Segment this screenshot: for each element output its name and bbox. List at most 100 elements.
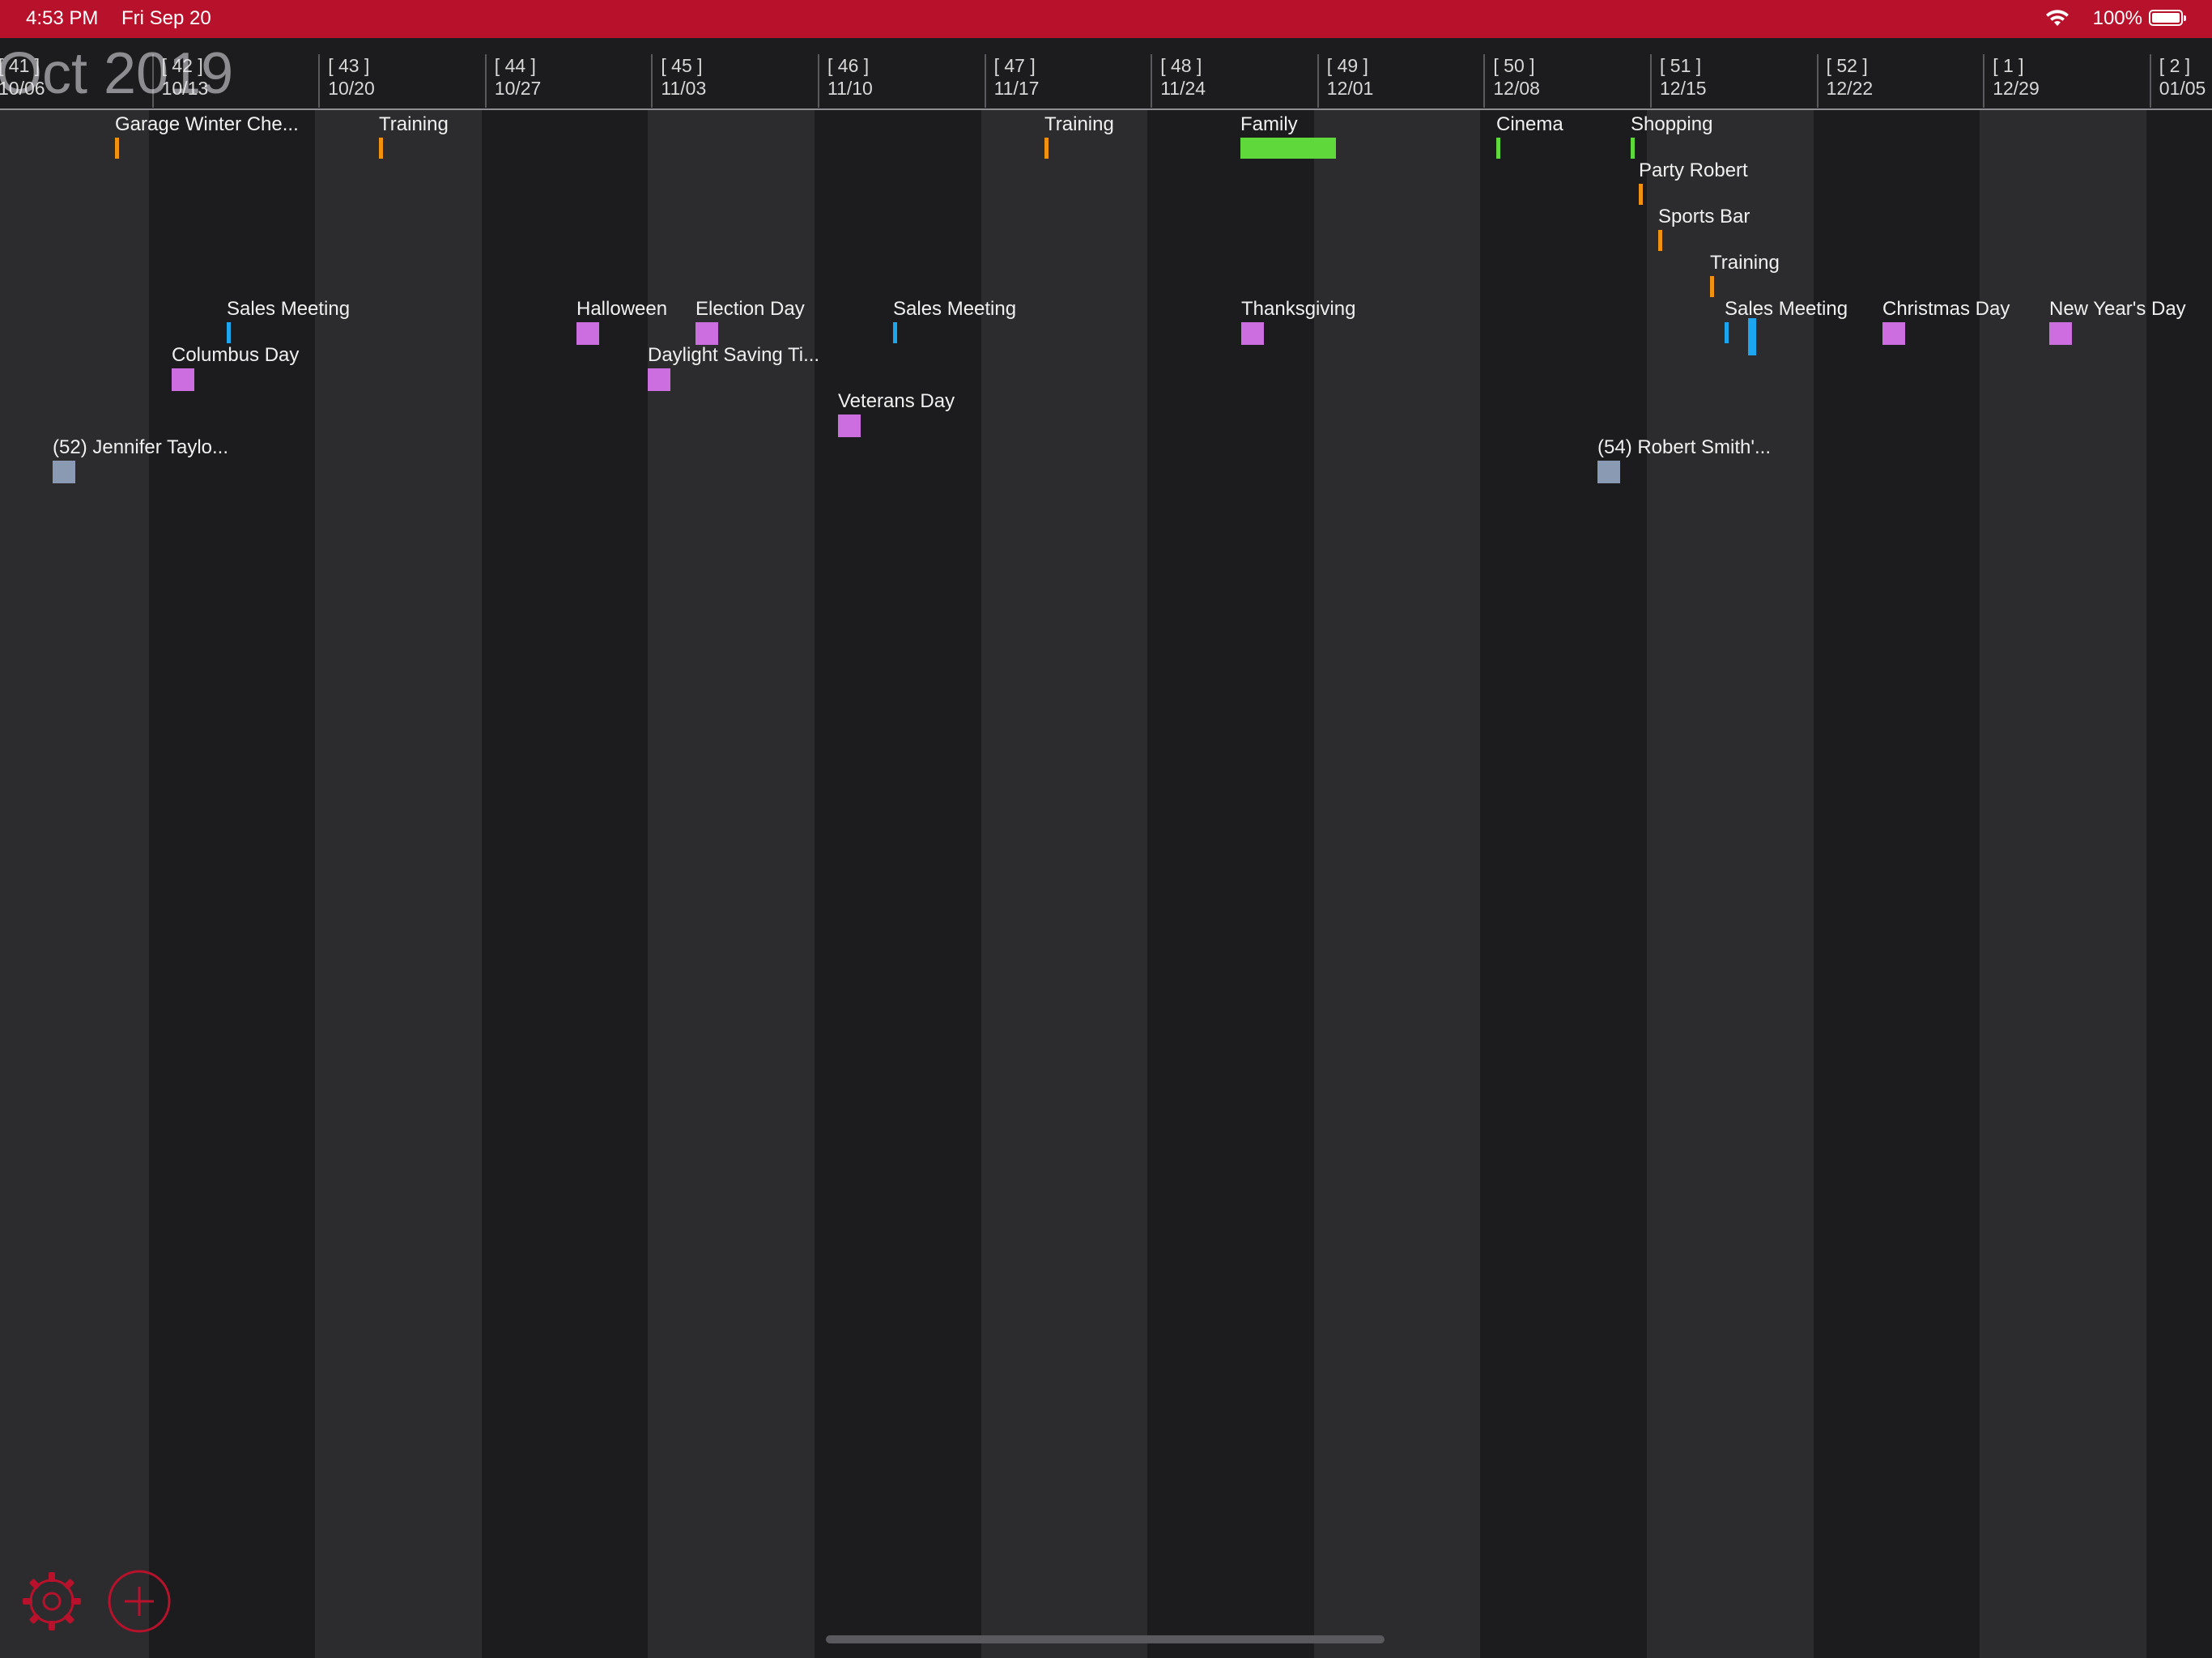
event-label: Sales Meeting bbox=[1725, 298, 1848, 320]
week-number: [ 1 ] bbox=[1993, 55, 2024, 76]
week-start-date: 11/03 bbox=[661, 78, 707, 99]
event-label: Cinema bbox=[1496, 113, 1563, 135]
week-label[interactable]: [ 47 ] 11/17 bbox=[984, 54, 1040, 108]
week-column bbox=[815, 38, 981, 1658]
event-label: Training bbox=[379, 113, 449, 135]
week-column bbox=[1147, 38, 1314, 1658]
week-start-date: 11/10 bbox=[827, 78, 873, 99]
wifi-icon bbox=[2046, 10, 2069, 26]
event-label: Sales Meeting bbox=[893, 298, 1017, 320]
week-column bbox=[1647, 38, 1814, 1658]
week-number: [ 49 ] bbox=[1326, 55, 1368, 76]
event-label: Christmas Day bbox=[1882, 298, 2010, 320]
week-column bbox=[1813, 38, 1980, 1658]
event-marker[interactable] bbox=[1639, 184, 1643, 205]
event-marker[interactable] bbox=[379, 138, 383, 159]
gear-icon[interactable] bbox=[19, 1569, 84, 1634]
event-marker[interactable] bbox=[696, 322, 718, 345]
event-label: Sports Bar bbox=[1658, 206, 1750, 227]
event-label: Daylight Saving Ti... bbox=[648, 344, 820, 366]
week-number: [ 43 ] bbox=[328, 55, 370, 76]
event-marker[interactable] bbox=[172, 368, 194, 391]
battery-icon bbox=[2149, 10, 2186, 26]
week-start-date: 10/13 bbox=[161, 78, 209, 99]
week-label[interactable]: [ 49 ] 12/01 bbox=[1317, 54, 1374, 108]
week-number: [ 46 ] bbox=[827, 55, 870, 76]
event-label: Halloween bbox=[576, 298, 668, 320]
week-label[interactable]: [ 42 ] 10/13 bbox=[151, 54, 209, 108]
event-label: Party Robert bbox=[1639, 159, 1748, 181]
week-label[interactable]: [ 50 ] 12/08 bbox=[1483, 54, 1540, 108]
week-column bbox=[315, 38, 482, 1658]
event-marker[interactable] bbox=[1631, 138, 1635, 159]
week-start-date: 12/29 bbox=[1993, 78, 2040, 99]
event-marker[interactable] bbox=[227, 322, 231, 343]
event-label: Training bbox=[1710, 252, 1780, 274]
week-label[interactable]: [ 46 ] 11/10 bbox=[818, 54, 873, 108]
week-label[interactable]: [ 41 ] 10/06 bbox=[0, 54, 45, 108]
event-label: Veterans Day bbox=[838, 390, 955, 412]
week-column bbox=[0, 38, 149, 1658]
event-marker[interactable] bbox=[1044, 138, 1049, 159]
week-start-date: 12/01 bbox=[1326, 78, 1374, 99]
week-column bbox=[481, 38, 649, 1658]
event-marker[interactable] bbox=[115, 138, 119, 159]
event-label: Sales Meeting bbox=[227, 298, 351, 320]
event-marker[interactable] bbox=[53, 461, 75, 483]
week-start-date: 12/15 bbox=[1660, 78, 1707, 99]
week-number: [ 42 ] bbox=[161, 55, 203, 76]
event-marker[interactable] bbox=[893, 322, 897, 343]
week-column bbox=[2146, 38, 2212, 1658]
week-label[interactable]: [ 45 ] 11/03 bbox=[651, 54, 706, 108]
week-label[interactable]: [ 2 ] 01/05 bbox=[2149, 54, 2206, 108]
week-number: [ 44 ] bbox=[494, 55, 536, 76]
event-marker[interactable] bbox=[1658, 230, 1662, 251]
battery-percent: 100% bbox=[2092, 7, 2142, 29]
week-number: [ 48 ] bbox=[1160, 55, 1202, 76]
event-marker[interactable] bbox=[1710, 276, 1714, 297]
event-marker[interactable] bbox=[648, 368, 670, 391]
week-start-date: 10/27 bbox=[494, 78, 542, 99]
week-label[interactable]: [ 43 ] 10/20 bbox=[318, 54, 375, 108]
event-marker[interactable] bbox=[1496, 138, 1500, 159]
week-column bbox=[1313, 38, 1481, 1658]
scroll-indicator[interactable] bbox=[826, 1635, 1385, 1643]
event-marker[interactable] bbox=[838, 414, 861, 437]
week-column bbox=[1480, 38, 1647, 1658]
event-label: Family bbox=[1240, 113, 1298, 135]
event-label: Columbus Day bbox=[172, 344, 300, 366]
week-label[interactable]: [ 51 ] 12/15 bbox=[1650, 54, 1707, 108]
week-number: [ 41 ] bbox=[0, 55, 40, 76]
week-start-date: 01/05 bbox=[2159, 78, 2206, 99]
week-label[interactable]: [ 1 ] 12/29 bbox=[1983, 54, 2040, 108]
week-number: [ 2 ] bbox=[2159, 55, 2191, 76]
week-start-date: 10/06 bbox=[0, 78, 45, 99]
event-marker[interactable] bbox=[1882, 322, 1905, 345]
status-date: Fri Sep 20 bbox=[121, 7, 211, 29]
week-number: [ 50 ] bbox=[1493, 55, 1535, 76]
event-marker[interactable] bbox=[576, 322, 599, 345]
event-marker[interactable] bbox=[1725, 322, 1729, 343]
event-marker[interactable] bbox=[1240, 138, 1336, 159]
week-header: [ 41 ] 10/06[ 42 ] 10/13[ 43 ] 10/20[ 44 ] 1… bbox=[0, 38, 2212, 110]
plus-circle-icon[interactable] bbox=[107, 1569, 172, 1634]
week-label[interactable]: [ 48 ] 11/24 bbox=[1151, 54, 1206, 108]
week-start-date: 11/17 bbox=[993, 78, 1040, 99]
week-number: [ 47 ] bbox=[993, 55, 1036, 76]
week-number: [ 45 ] bbox=[661, 55, 703, 76]
event-marker[interactable] bbox=[1748, 318, 1756, 356]
event-label: New Year's Day bbox=[2049, 298, 2186, 320]
event-label: (52) Jennifer Taylo... bbox=[53, 436, 228, 458]
week-label[interactable]: [ 44 ] 10/27 bbox=[484, 54, 542, 108]
week-column bbox=[648, 38, 815, 1658]
event-label: Training bbox=[1044, 113, 1114, 135]
week-start-date: 12/08 bbox=[1493, 78, 1540, 99]
week-label[interactable]: [ 52 ] 12/22 bbox=[1816, 54, 1873, 108]
event-label: Thanksgiving bbox=[1241, 298, 1356, 320]
event-marker[interactable] bbox=[1241, 322, 1264, 345]
event-marker[interactable] bbox=[1597, 461, 1620, 483]
status-time: 4:53 PM bbox=[26, 7, 99, 29]
event-label: Shopping bbox=[1631, 113, 1713, 135]
event-marker[interactable] bbox=[2049, 322, 2072, 345]
week-start-date: 11/24 bbox=[1160, 78, 1206, 99]
